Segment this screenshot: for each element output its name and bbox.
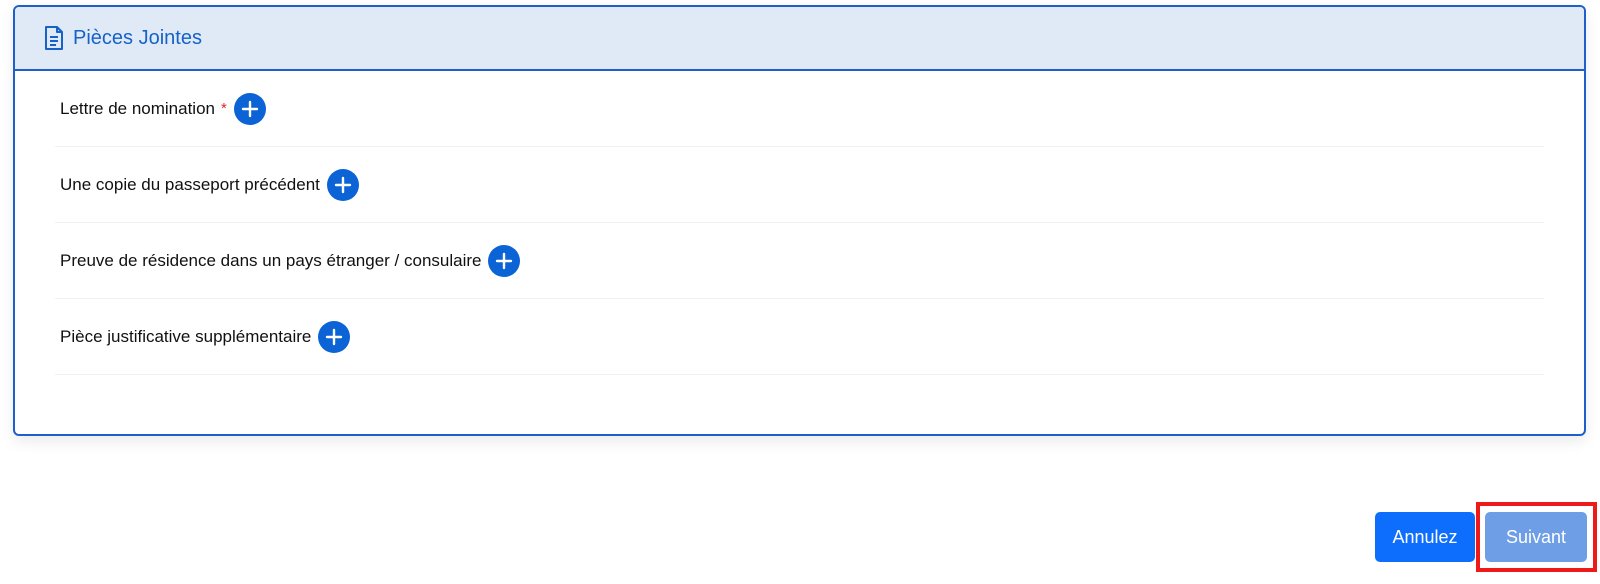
add-attachment-button[interactable] xyxy=(488,244,521,277)
document-icon xyxy=(43,25,65,51)
attachment-label: Preuve de résidence dans un pays étrange… xyxy=(60,250,482,270)
attachment-label: Pièce justificative supplémentaire xyxy=(60,326,312,346)
attachment-row: Une copie du passeport précédent xyxy=(55,147,1544,223)
panel-header: Pièces Jointes xyxy=(15,7,1584,71)
attachment-row: Pièce justificative supplémentaire xyxy=(55,299,1544,375)
attachments-panel: Pièces Jointes Lettre de nomination * Un… xyxy=(13,5,1586,436)
highlight-box xyxy=(1476,502,1597,572)
attachment-list: Lettre de nomination * Une copie du pass… xyxy=(15,71,1584,375)
plus-icon xyxy=(496,252,513,269)
panel-title: Pièces Jointes xyxy=(73,26,202,49)
add-attachment-button[interactable] xyxy=(318,320,351,353)
attachment-row: Lettre de nomination * xyxy=(55,71,1544,147)
attachment-row: Preuve de résidence dans un pays étrange… xyxy=(55,223,1544,299)
plus-icon xyxy=(241,100,259,117)
plus-icon xyxy=(326,328,343,345)
attachment-label: Une copie du passeport précédent xyxy=(60,174,320,194)
required-asterisk: * xyxy=(221,100,227,117)
cancel-button[interactable]: Annulez xyxy=(1375,512,1475,562)
add-attachment-button[interactable] xyxy=(326,168,359,201)
add-attachment-button[interactable] xyxy=(233,92,266,125)
plus-icon xyxy=(334,176,352,193)
attachment-label: Lettre de nomination xyxy=(60,98,215,118)
